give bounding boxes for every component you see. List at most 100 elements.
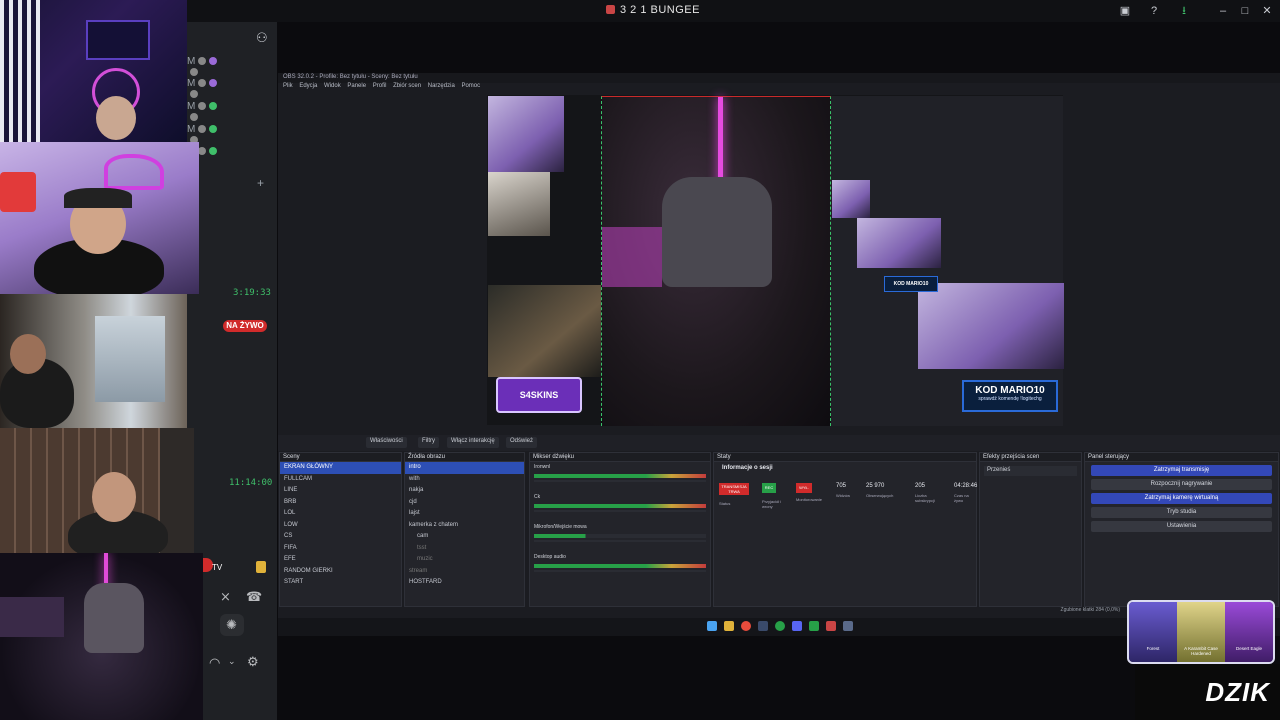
scene-item[interactable]: LOW — [280, 520, 401, 532]
menu-item[interactable]: Widok — [324, 83, 341, 89]
source-item[interactable]: intro — [405, 462, 524, 474]
preview-source[interactable] — [918, 283, 1064, 369]
app-icon[interactable] — [809, 621, 819, 631]
brand-overlay[interactable]: S4SKINS — [496, 377, 582, 413]
menu-item[interactable]: Plik — [283, 83, 293, 89]
window-view — [95, 316, 165, 402]
desk — [0, 597, 64, 637]
mute-icon[interactable]: ⨯ — [220, 589, 231, 605]
activity-icon[interactable] — [256, 561, 266, 573]
scene-item[interactable]: FULLCAM — [280, 474, 401, 486]
preview-source[interactable] — [488, 172, 550, 236]
help-icon[interactable]: ? — [1146, 3, 1162, 19]
source-item[interactable]: stream — [405, 566, 524, 578]
scene-item[interactable]: START — [280, 577, 401, 589]
person-head — [92, 472, 136, 522]
source-item[interactable]: HOSTFARD — [405, 577, 524, 589]
virtual-camera-button[interactable]: Zatrzymaj kamerę wirtualną — [1091, 493, 1272, 504]
disconnect-icon[interactable]: ☎ — [246, 589, 262, 605]
voice-row[interactable]: M — [187, 124, 227, 144]
volume-slider[interactable] — [534, 540, 706, 542]
studio-mode-button[interactable]: Tryb studia — [1091, 507, 1272, 518]
app-icon[interactable] — [843, 621, 853, 631]
scene-item[interactable]: EFE — [280, 554, 401, 566]
panel-header: Efekty przejścia scen — [980, 453, 1081, 462]
chrome-icon[interactable] — [741, 621, 751, 631]
preview-main-source[interactable] — [601, 96, 831, 426]
source-item[interactable]: tsst — [405, 543, 524, 555]
mixer-channel-label: Ironwnl — [534, 464, 551, 470]
start-recording-button[interactable]: Rozpocznij nagrywanie — [1091, 479, 1272, 490]
source-item[interactable]: cjd — [405, 497, 524, 509]
transition-select[interactable]: Przenieś — [984, 466, 1077, 476]
menu-item[interactable]: Edycja — [299, 83, 317, 89]
stat-label: Czas na żywo — [954, 493, 969, 503]
download-icon[interactable]: ⭳ — [1176, 3, 1192, 19]
chevron-down-icon[interactable]: ⌄ — [228, 656, 236, 667]
volume-slider[interactable] — [534, 510, 706, 512]
promo-card[interactable]: Forest A Karambit Case Hardened Desert E… — [1127, 600, 1275, 664]
menu-item[interactable]: Narzędzia — [428, 83, 455, 89]
start-icon[interactable] — [707, 621, 717, 631]
webcam-tile — [0, 294, 187, 428]
add-icon[interactable]: + — [257, 176, 264, 190]
stat-label: Widzów — [836, 493, 851, 498]
source-item[interactable]: lajst — [405, 508, 524, 520]
minimize-icon[interactable]: – — [1215, 3, 1231, 19]
maximize-icon[interactable]: □ — [1237, 3, 1253, 19]
source-item[interactable]: kamerka z chatem — [405, 520, 524, 532]
volume-meter — [534, 504, 706, 508]
scene-item[interactable]: EKRAN GŁÓWNY — [280, 462, 401, 474]
scene-item[interactable]: CS — [280, 531, 401, 543]
soundboard-icon: ✺ — [226, 617, 237, 632]
screen-share-icon[interactable]: ▣ — [1117, 3, 1133, 19]
voice-row[interactable]: M — [187, 78, 227, 98]
preview-source[interactable] — [832, 180, 870, 218]
source-item[interactable]: cam — [405, 531, 524, 543]
spotify-icon[interactable] — [775, 621, 785, 631]
menu-item[interactable]: Profil — [373, 83, 387, 89]
preview-source[interactable] — [488, 96, 564, 172]
scene-item[interactable]: LINE — [280, 485, 401, 497]
add-member-icon[interactable]: ⚇ — [256, 30, 268, 46]
steam-icon[interactable] — [758, 621, 768, 631]
folder-icon[interactable] — [724, 621, 734, 631]
neon-light — [718, 97, 723, 187]
preview-source[interactable] — [488, 285, 601, 377]
scene-item[interactable]: BRB — [280, 497, 401, 509]
properties-button[interactable]: Właściwości — [366, 437, 407, 448]
source-item[interactable]: nakja — [405, 485, 524, 497]
voice-row[interactable]: M — [187, 101, 227, 121]
headphones-icon[interactable]: ◠ — [209, 655, 220, 671]
filters-button[interactable]: Filtry — [418, 437, 439, 448]
volume-slider[interactable] — [534, 480, 706, 482]
scene-item[interactable]: LOL — [280, 508, 401, 520]
settings-button[interactable]: Ustawienia — [1091, 521, 1272, 532]
gear-icon[interactable]: ⚙ — [247, 654, 259, 670]
badge-label: Przyjaciół i wrony — [762, 499, 782, 509]
chair — [84, 583, 144, 653]
panel-header: Źródła obrazu — [405, 453, 524, 462]
badge-label: Monitorowanie — [796, 497, 823, 502]
refresh-button[interactable]: Odśwież — [506, 437, 538, 448]
discord-icon[interactable] — [792, 621, 802, 631]
status-badge: WYŁ. — [796, 483, 812, 493]
close-icon[interactable]: ✕ — [1259, 3, 1275, 19]
stop-stream-button[interactable]: Zatrzymaj transmisję — [1091, 465, 1272, 476]
curtain — [0, 0, 40, 142]
menu-item[interactable]: Zbiór scen — [393, 83, 421, 89]
voice-row[interactable]: M — [187, 56, 227, 76]
menu-item[interactable]: Panele — [347, 83, 366, 89]
chair — [662, 177, 772, 287]
scene-item[interactable]: RANDOM GIERKI — [280, 566, 401, 578]
interact-button[interactable]: Włącz interakcję — [447, 437, 499, 448]
stat-value: 25 970 — [866, 483, 885, 489]
source-item[interactable]: muzic — [405, 554, 524, 566]
source-item[interactable]: with — [405, 474, 524, 486]
controls-panel: Panel sterujący Zatrzymaj transmisję Roz… — [1084, 452, 1279, 607]
menu-item[interactable]: Pomoc — [461, 83, 480, 89]
volume-slider[interactable] — [534, 570, 706, 572]
scene-item[interactable]: FIFA — [280, 543, 401, 555]
preview-source[interactable] — [857, 218, 941, 268]
obs-icon[interactable] — [826, 621, 836, 631]
